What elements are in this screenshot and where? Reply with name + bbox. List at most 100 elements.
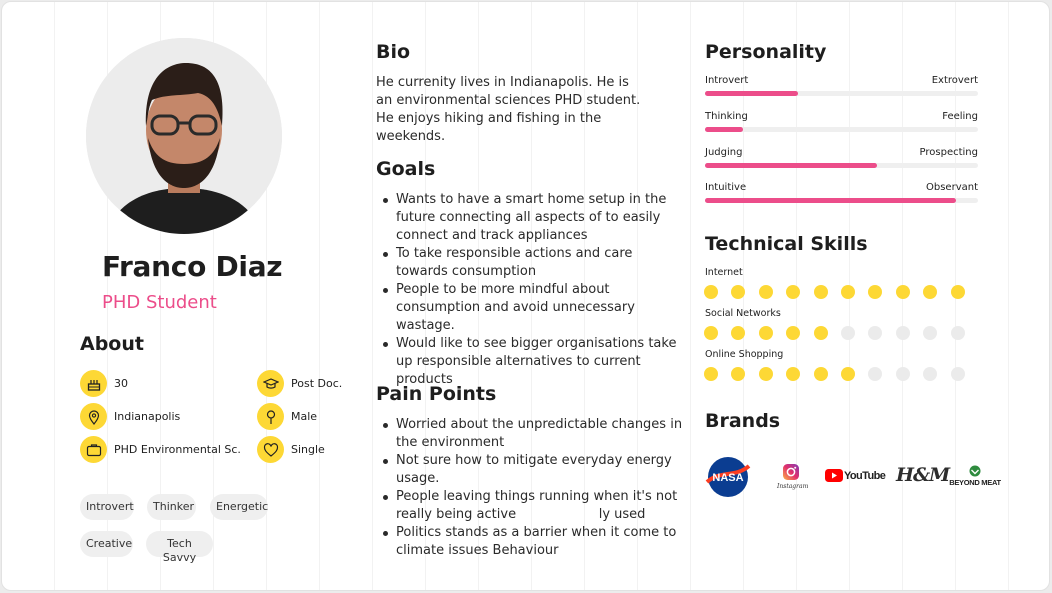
skill-dot <box>923 326 938 340</box>
list-item: Wants to have a smart home setup in the … <box>376 191 686 245</box>
trait-track <box>705 198 978 203</box>
skill-dot <box>840 326 855 340</box>
skill-dot <box>813 326 828 340</box>
skill-dot <box>895 367 910 381</box>
trait-track <box>705 91 978 96</box>
tag-creative: Creative <box>80 531 133 557</box>
pain-points-list: Worried about the unpredictable changes … <box>376 416 686 560</box>
trait-right-label: Extrovert <box>931 75 978 86</box>
trait-right-label: Feeling <box>942 111 978 122</box>
brands-title: Brands <box>705 410 781 432</box>
about-item-gender: Male <box>257 403 317 430</box>
skill-dot <box>895 285 910 299</box>
skill-dot <box>923 367 938 381</box>
avatar <box>86 38 282 234</box>
trait-right-label: Observant <box>926 182 978 193</box>
pain-points-title: Pain Points <box>376 383 497 405</box>
svg-text:NASA: NASA <box>712 472 743 484</box>
skill-dot <box>950 285 965 299</box>
about-title: About <box>80 333 144 355</box>
trait-left-label: Judging <box>705 147 743 158</box>
location-pin-icon <box>80 403 107 430</box>
list-item: Politics stands as a barrier when it com… <box>376 524 686 560</box>
personality-title: Personality <box>705 41 827 63</box>
personality-trait: Introvert Extrovert <box>705 75 978 96</box>
trait-track <box>705 163 978 168</box>
trait-left-label: Intuitive <box>705 182 747 193</box>
trait-left-label: Introvert <box>705 75 749 86</box>
tag-introvert: Introvert <box>80 494 134 520</box>
skill-dot <box>786 367 801 381</box>
about-item-education: Post Doc. <box>257 370 342 397</box>
trait-fill <box>705 127 744 132</box>
male-icon <box>257 403 284 430</box>
about-item-age: 30 <box>80 370 128 397</box>
goals-title: Goals <box>376 158 436 180</box>
skill-dot <box>840 367 855 381</box>
tag-tech-savvy: Tech Savvy <box>146 531 213 564</box>
list-item: Not sure how to mitigate everyday energy… <box>376 452 686 488</box>
skill-dot <box>704 285 718 299</box>
briefcase-icon <box>80 436 107 463</box>
skill-rating <box>704 285 965 299</box>
skill-dot <box>786 326 801 340</box>
about-item-label: 30 <box>114 377 128 390</box>
skill-label: Social Networks <box>705 308 781 319</box>
bio-title: Bio <box>376 41 411 63</box>
list-item: People leaving things running when it's … <box>376 488 686 524</box>
personality-trait: Intuitive Observant <box>705 182 978 203</box>
youtube-logo: YouTube <box>825 469 886 482</box>
skill-dot <box>731 326 746 340</box>
skill-dot <box>758 367 773 381</box>
trait-fill <box>705 91 798 96</box>
list-item: Would like to see bigger organisations t… <box>376 335 686 389</box>
beyond-meat-logo: BEYOND MEAT <box>948 465 1002 487</box>
tag-thinker: Thinker <box>147 494 196 520</box>
trait-fill <box>705 198 957 203</box>
persona-card: Franco Diaz PHD Student About 30 Post Do… <box>1 1 1050 591</box>
skill-dot <box>950 326 965 340</box>
about-item-label: Male <box>291 410 318 423</box>
skill-dot <box>840 285 855 299</box>
personality-trait: Judging Prospecting <box>705 147 978 168</box>
skill-dot <box>813 285 828 299</box>
skill-dot <box>868 285 883 299</box>
heart-icon <box>257 436 284 463</box>
about-item-location: Indianapolis <box>80 403 180 430</box>
skill-label: Internet <box>705 267 743 278</box>
trait-left-label: Thinking <box>705 111 748 122</box>
trait-right-label: Prospecting <box>919 147 978 158</box>
instagram-logo: Instagram <box>777 463 808 490</box>
skill-label: Online Shopping <box>705 349 784 360</box>
tag-energetic: Energetic <box>210 494 268 520</box>
graduation-cap-icon <box>257 370 284 397</box>
about-item-label: Post Doc. <box>291 377 343 390</box>
list-item: People to be more mindful about consumpt… <box>376 281 686 335</box>
skill-dot <box>704 326 718 340</box>
about-item-label: Indianapolis <box>114 410 181 423</box>
skill-dot <box>758 285 773 299</box>
skill-dot <box>758 326 773 340</box>
about-item-status: Single <box>257 436 325 463</box>
skill-dot <box>868 326 883 340</box>
skill-rating <box>704 326 965 340</box>
persona-role: PHD Student <box>102 292 217 313</box>
list-item: To take responsible actions and care tow… <box>376 245 686 281</box>
skill-dot <box>786 285 801 299</box>
goals-list: Wants to have a smart home setup in the … <box>376 191 686 389</box>
bio-text: He currenity lives in Indianapolis. He i… <box>376 75 641 144</box>
technical-skills-title: Technical Skills <box>705 233 868 255</box>
hm-logo: H&M <box>896 464 950 486</box>
skill-dot <box>950 367 965 381</box>
skill-dot <box>868 367 883 381</box>
skill-dot <box>731 367 746 381</box>
skill-dot <box>704 367 718 381</box>
nasa-logo: NASA <box>705 456 751 502</box>
about-item-label: PHD Environmental Sc. <box>114 443 241 456</box>
personality-trait: Thinking Feeling <box>705 111 978 132</box>
skill-dot <box>731 285 746 299</box>
skill-rating <box>704 367 965 381</box>
skill-dot <box>923 285 938 299</box>
list-item: Worried about the unpredictable changes … <box>376 416 686 452</box>
trait-track <box>705 127 978 132</box>
